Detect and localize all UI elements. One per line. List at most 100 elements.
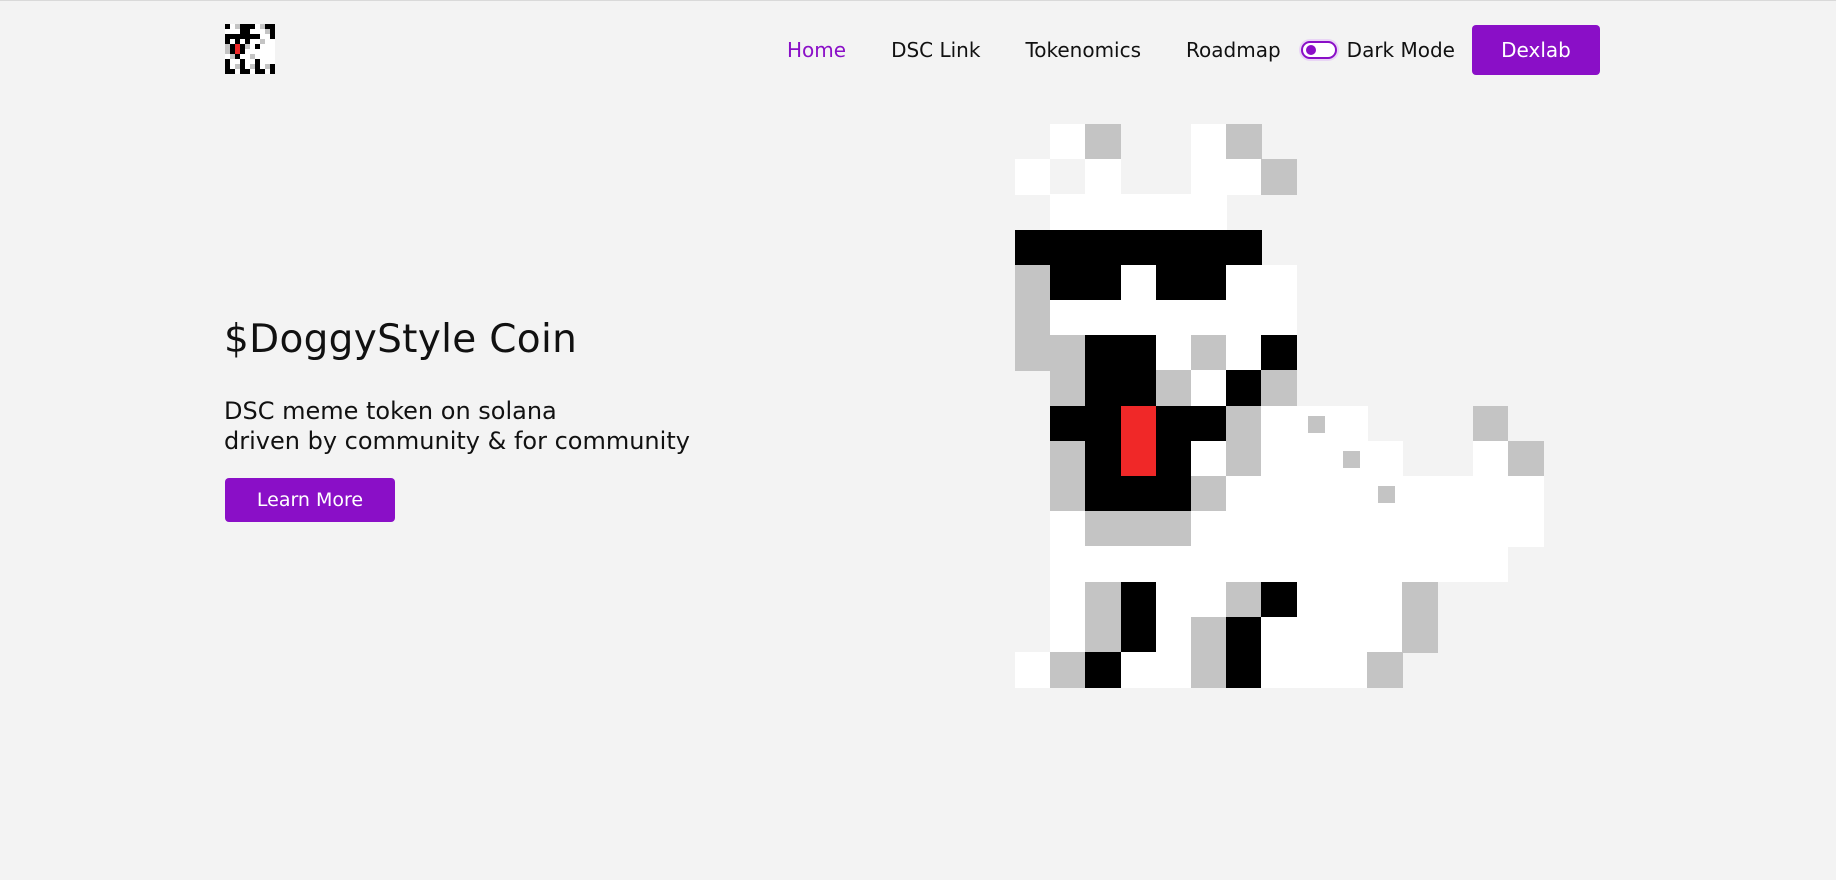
logo-pixel [235, 69, 240, 74]
mascot-pixel [1296, 616, 1333, 653]
mascot-pixel [1226, 405, 1262, 442]
mascot-pixel [1085, 616, 1122, 653]
mascot-pixel [1226, 511, 1262, 547]
mascot-pixel [1085, 405, 1122, 442]
mascot-pixel [1085, 300, 1122, 336]
mascot-pixel [1015, 264, 1051, 301]
mascot-pixel [1085, 264, 1122, 301]
mascot-pixel [1155, 264, 1192, 301]
mascot-pixel [1085, 546, 1122, 583]
logo-pixel [265, 69, 270, 74]
mascot-pixel [1050, 616, 1086, 653]
mascot-pixel [1402, 581, 1438, 618]
mascot-pixel [1226, 370, 1262, 407]
mascot-pixel [1191, 546, 1227, 583]
mascot-pixel [1226, 581, 1262, 618]
logo-pixel [235, 29, 240, 34]
mascot-pixel [1331, 616, 1368, 653]
mascot-pixel [1015, 335, 1051, 371]
dark-mode-toggle[interactable] [1300, 41, 1337, 59]
mascot-pixel [1472, 476, 1509, 512]
mascot-pixel [1507, 476, 1544, 512]
mascot-pixel [1050, 370, 1086, 407]
mascot-pixel [1155, 405, 1192, 442]
mascot-pixel [1050, 511, 1086, 547]
mascot-pixel [1331, 476, 1368, 512]
nav-link-roadmap[interactable]: Roadmap [1186, 28, 1281, 72]
mascot-pixel [1120, 335, 1157, 371]
logo-pixel [250, 69, 255, 74]
nav-link-home[interactable]: Home [787, 28, 846, 72]
nav-link-dsc-link[interactable]: DSC Link [891, 28, 980, 72]
mascot-pixel [1120, 511, 1157, 547]
mascot-pixel [1331, 546, 1368, 583]
mascot-pixel [1120, 264, 1157, 301]
mascot-pixel [1472, 440, 1509, 477]
mascot-pixel [1050, 124, 1086, 160]
mascot-pixel [1191, 264, 1227, 301]
mascot-pixel [1191, 405, 1227, 442]
mascot-pixel [1191, 440, 1227, 477]
mascot-pixel [1085, 229, 1122, 266]
logo-pixel [270, 59, 275, 64]
mascot-pixel [1015, 229, 1051, 266]
mascot-pixel [1191, 476, 1227, 512]
mascot-pixel [1050, 159, 1086, 195]
mascot-pixel [1155, 229, 1192, 266]
mascot-pixel [1155, 652, 1192, 688]
mascot-pixel [1296, 546, 1333, 583]
mascot-pixel [1155, 440, 1192, 477]
mascot-pixel [1226, 159, 1262, 195]
mascot-pixel [1155, 194, 1192, 231]
mascot-pixel [1085, 194, 1122, 231]
mascot-pixel [1226, 300, 1262, 336]
mascot-pixel [1402, 616, 1438, 653]
mascot-pixel [1437, 546, 1474, 583]
mascot-pixel [1226, 335, 1262, 371]
dark-mode-label: Dark Mode [1346, 38, 1455, 62]
dexlab-button[interactable]: Dexlab [1472, 25, 1600, 75]
mascot-spot [1343, 451, 1360, 468]
mascot-pixel [1296, 581, 1333, 618]
mascot-pixel [1226, 264, 1262, 301]
hero-title: $DoggyStyle Coin [224, 317, 578, 362]
mascot-pixel [1050, 194, 1086, 231]
mascot-pixel [1120, 370, 1157, 407]
mascot-pixel [1367, 581, 1403, 618]
mascot-pixel [1367, 652, 1403, 688]
mascot-pixel [1402, 546, 1438, 583]
mascot-pixel [1015, 300, 1051, 336]
mascot-pixel [1226, 652, 1262, 688]
mascot-pixel [1367, 546, 1403, 583]
main-nav: Home DSC Link Tokenomics Roadmap Dark Mo… [787, 28, 1455, 72]
top-border [0, 0, 1836, 1]
mascot-pixel [1085, 511, 1122, 547]
mascot-pixel [1050, 264, 1086, 301]
mascot-pixel [1050, 546, 1086, 583]
mascot-pixel [1437, 476, 1474, 512]
mascot-pixel [1402, 511, 1438, 547]
mascot-pixel [1085, 440, 1122, 477]
mascot-pixel [1261, 300, 1298, 336]
mascot-pixel [1155, 581, 1192, 618]
learn-more-button[interactable]: Learn More [225, 478, 395, 522]
mascot-pixel [1261, 546, 1298, 583]
mascot-pixel [1085, 652, 1122, 688]
mascot-pixel [1050, 300, 1086, 336]
mascot-pixel [1191, 616, 1227, 653]
site-logo[interactable] [225, 24, 275, 74]
mascot-pixel [1155, 476, 1192, 512]
nav-link-tokenomics[interactable]: Tokenomics [1025, 28, 1141, 72]
mascot-pixel [1261, 511, 1298, 547]
mascot-pixel [1120, 652, 1157, 688]
mascot-pixel [1331, 652, 1368, 688]
mascot-pixel [1155, 335, 1192, 371]
hero-subtitle: DSC meme token on solana driven by commu… [224, 396, 690, 456]
mascot-pixel [1191, 124, 1227, 160]
mascot-pixel [1261, 581, 1298, 618]
mascot-pixel [1050, 440, 1086, 477]
mascot-pixel [1472, 511, 1509, 547]
mascot-pixel [1367, 511, 1403, 547]
hero-subtitle-line-1: DSC meme token on solana [224, 397, 557, 425]
mascot-spot [1308, 416, 1325, 433]
